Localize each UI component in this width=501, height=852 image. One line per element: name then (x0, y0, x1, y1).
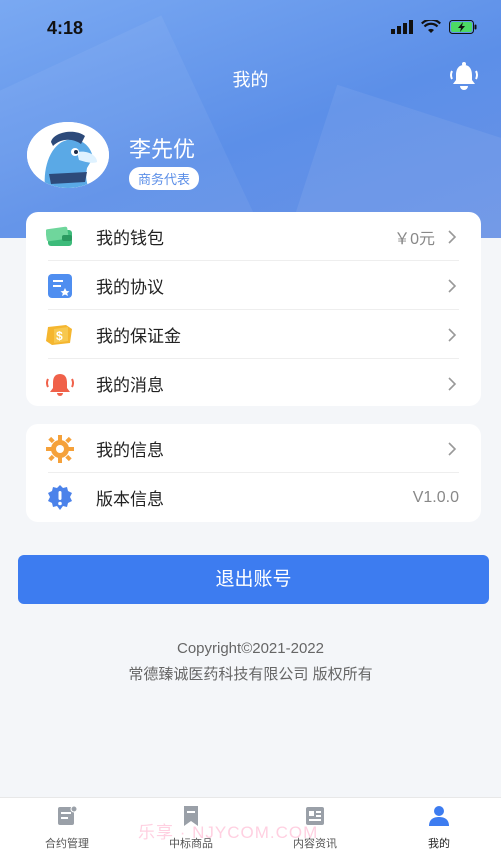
version-number: V1.0.0 (412, 488, 459, 506)
user-name: 李先优 (129, 137, 196, 162)
menu-item-label: 我的协议 (96, 278, 164, 297)
chevron-right-icon (448, 328, 457, 342)
tab-contract[interactable]: 合约管理 (17, 804, 117, 851)
message-bell-icon (46, 371, 74, 397)
menu-card-primary: 我的钱包 ￥0元 我的协议 $ 我的保证金 我的消息 (26, 212, 481, 406)
chevron-right-icon (448, 377, 457, 391)
notification-bell-icon[interactable] (449, 62, 479, 90)
wallet-icon (46, 224, 74, 250)
menu-item-label: 我的消息 (96, 376, 164, 395)
menu-item-messages[interactable]: 我的消息 (26, 359, 481, 408)
company-text: 常德臻诚医药科技有限公司 版权所有 (128, 666, 373, 683)
wifi-icon (421, 20, 441, 33)
menu-item-deposit[interactable]: $ 我的保证金 (26, 310, 481, 359)
version-icon (46, 485, 74, 511)
svg-text:$: $ (56, 329, 63, 343)
tab-label: 合约管理 (45, 838, 89, 850)
gear-info-icon (46, 435, 74, 463)
chevron-right-icon (448, 230, 457, 244)
profile-header: 4:18 我的 李先优 商务代表 (0, 0, 501, 238)
role-badge: 商务代表 (129, 167, 200, 190)
tab-mine[interactable]: 我的 (389, 804, 489, 851)
menu-item-agreement[interactable]: 我的协议 (26, 261, 481, 310)
user-icon (429, 806, 449, 826)
menu-item-wallet[interactable]: 我的钱包 ￥0元 (26, 212, 481, 261)
avatar-dolphin-icon (27, 122, 109, 188)
menu-item-version[interactable]: 版本信息 V1.0.0 (26, 473, 481, 522)
chevron-right-icon (448, 279, 457, 293)
chevron-right-icon (448, 442, 457, 456)
tab-label: 我的 (428, 838, 450, 850)
wallet-balance: ￥0元 (394, 230, 435, 248)
agreement-icon (46, 273, 74, 299)
menu-item-my-info[interactable]: 我的信息 (26, 424, 481, 473)
menu-item-label: 我的信息 (96, 441, 164, 460)
menu-item-label: 我的保证金 (96, 327, 181, 346)
avatar[interactable] (27, 122, 109, 188)
logout-button[interactable]: 退出账号 (18, 555, 489, 604)
copyright-text: Copyright©2021-2022 (177, 640, 324, 657)
deposit-icon: $ (46, 322, 74, 348)
page-title: 我的 (232, 70, 269, 90)
menu-item-label: 版本信息 (96, 490, 164, 509)
menu-item-label: 我的钱包 (96, 229, 164, 248)
signal-icon (391, 20, 413, 34)
contract-icon (58, 805, 78, 825)
watermark: 乐享 · NJYCOM.COM (138, 823, 319, 842)
battery-charging-icon (449, 20, 477, 34)
status-bar: 4:18 (0, 18, 501, 42)
status-time: 4:18 (47, 18, 84, 38)
menu-card-secondary: 我的信息 版本信息 V1.0.0 (26, 424, 481, 522)
